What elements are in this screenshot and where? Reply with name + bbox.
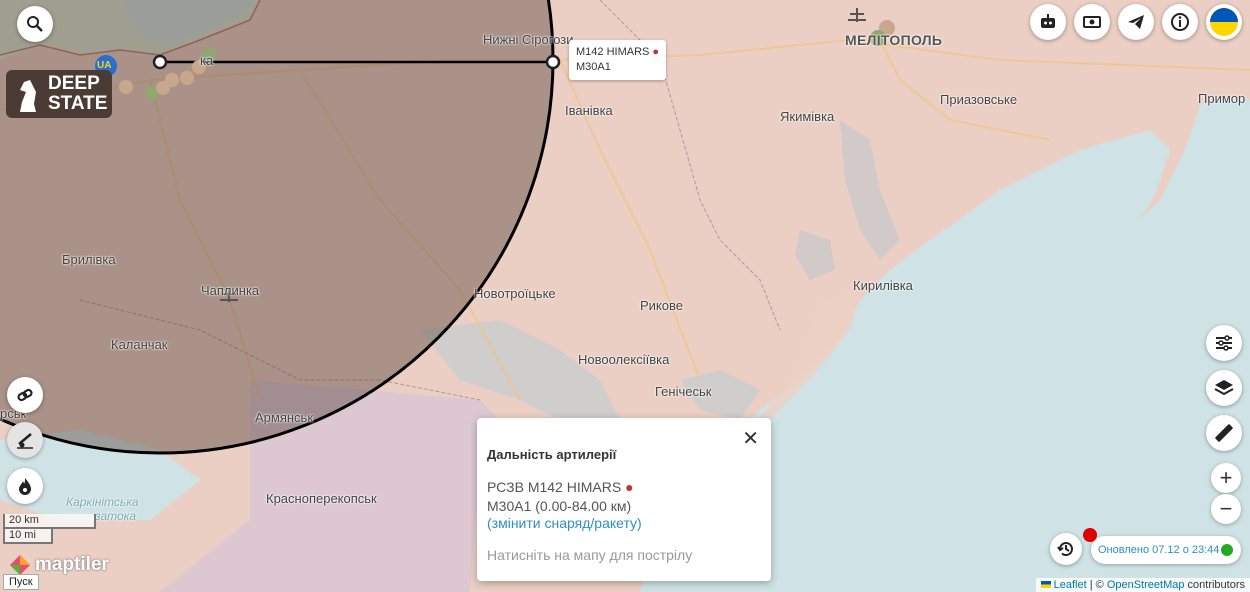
language-button[interactable] <box>1206 4 1242 40</box>
place-yakymivka: Якимівка <box>780 109 835 124</box>
fire-icon <box>19 478 31 495</box>
telegram-button[interactable] <box>1118 4 1154 40</box>
attrib-contrib: contributors <box>1184 579 1245 591</box>
place-ivanivka: Іванівка <box>565 103 613 118</box>
place-rykove: Рикове <box>640 298 683 313</box>
filters-icon <box>1216 335 1232 351</box>
layers-icon <box>1214 380 1234 396</box>
zoom-out-button[interactable]: − <box>1211 494 1241 524</box>
place-krasnoperekopsk: Красноперекопськ <box>266 491 377 506</box>
deepstate-logo[interactable]: DEEP STATE <box>6 70 112 118</box>
link-tool-button[interactable] <box>7 377 43 413</box>
search-button[interactable] <box>17 6 53 42</box>
tooltip-weapon: M142 HIMARS <box>576 46 650 58</box>
chess-knight-icon <box>20 80 36 112</box>
map-attribution: Leaflet | © OpenStreetMap contributors <box>1035 578 1250 592</box>
ruler-icon <box>1215 424 1233 442</box>
filters-button[interactable] <box>1206 325 1242 361</box>
place-nyzhni-sirohozy: Нижні Сірогози <box>483 32 574 47</box>
link-icon <box>17 388 33 402</box>
start-button[interactable]: Пуск <box>3 574 39 590</box>
logo-line1: DEEP <box>48 73 100 94</box>
bot-button[interactable] <box>1030 4 1066 40</box>
place-novooleksiivka: Новоолексіївка <box>578 352 670 367</box>
artillery-tool-button[interactable] <box>7 422 43 458</box>
money-icon <box>1083 16 1101 28</box>
place-armiansk: Армянськ <box>255 410 314 425</box>
devil-icon: ● <box>652 46 660 58</box>
info-icon <box>1171 13 1189 31</box>
range-tooltip: M142 HIMARS ● M30A1 <box>569 40 667 80</box>
layers-button[interactable] <box>1206 370 1242 406</box>
place-chaplynka: Чаплинка <box>201 283 260 298</box>
updated-status[interactable]: Оновлено 07.12 о 23:44 <box>1091 536 1241 564</box>
place-kyrylivka: Кирилівка <box>853 278 913 293</box>
change-ammo-link[interactable]: (змінити снаряд/ракету) <box>487 515 642 531</box>
popup-ammo: M30A1 (0.00-84.00 км) <box>487 498 632 514</box>
ruler-button[interactable] <box>1206 415 1242 451</box>
zoom-in-button[interactable]: + <box>1211 463 1241 493</box>
place-brylivka: Брилівка <box>62 252 116 267</box>
artillery-popup: ✕ Дальність артилерії РСЗВ M142 HIMARS ●… <box>477 418 771 581</box>
range-end-marker <box>545 54 561 70</box>
updated-text: Оновлено 07.12 о 23:44 <box>1098 544 1220 556</box>
logo-line2: STATE <box>48 93 108 114</box>
place-fragment-ka: ка <box>200 53 214 68</box>
place-melitopol: МЕЛІТОПОЛЬ <box>845 32 943 48</box>
scale-mi: 10 mi <box>3 529 53 544</box>
search-icon <box>27 16 43 32</box>
status-dot <box>1221 544 1233 556</box>
donate-button[interactable] <box>1074 4 1110 40</box>
popup-weapon: РСЗВ M142 HIMARS ● <box>487 479 634 495</box>
ukraine-flag-icon <box>1210 8 1238 36</box>
place-novotroitske: Новотроїцьке <box>474 286 556 301</box>
scale-km: 20 km <box>3 514 96 529</box>
tooltip-ammo: M30A1 <box>576 61 611 73</box>
robot-icon <box>1041 14 1055 28</box>
place-henichesk: Генічеськ <box>655 384 712 399</box>
info-button[interactable] <box>1162 4 1198 40</box>
popup-hint: Натисніть на мапу для пострілу <box>487 547 693 563</box>
fire-tool-button[interactable] <box>7 468 43 504</box>
artillery-icon <box>17 433 33 449</box>
attrib-sep: | © <box>1086 579 1107 591</box>
popup-title: Дальність артилерії <box>487 447 617 462</box>
history-button[interactable] <box>1050 533 1082 565</box>
place-prymorsk: Примор <box>1198 91 1246 106</box>
popup-close-button[interactable]: ✕ <box>742 426 759 451</box>
osm-link[interactable]: OpenStreetMap <box>1107 579 1185 591</box>
place-pryazovske: Приазовське <box>940 92 1018 107</box>
ukraine-flag-small-icon <box>1040 581 1051 588</box>
devil-icon: ● <box>625 479 634 495</box>
telegram-icon <box>1128 15 1144 29</box>
place-kalanchak: Каланчак <box>111 337 168 352</box>
place-karkinitska: Каркінітська <box>66 495 139 509</box>
history-icon <box>1057 542 1073 557</box>
place-zatoka: затока <box>95 509 136 523</box>
maptiler-label: maptiler <box>35 554 109 575</box>
leaflet-link[interactable]: Leaflet <box>1054 579 1087 591</box>
